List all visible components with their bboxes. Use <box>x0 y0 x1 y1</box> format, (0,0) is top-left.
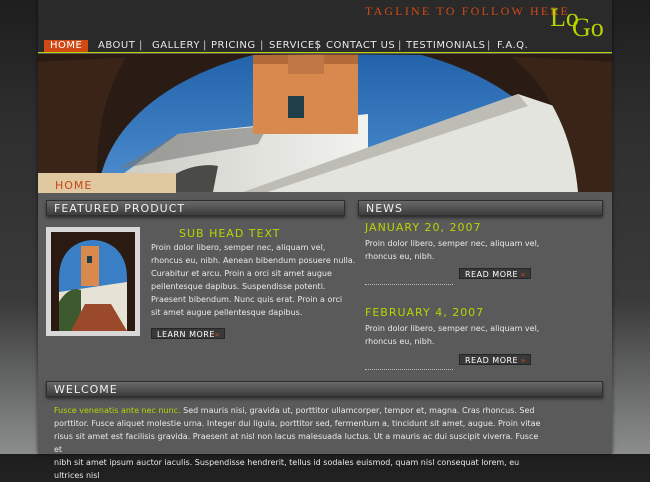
featured-product-thumbnail[interactable] <box>46 227 140 336</box>
featured-line: Praesent bibendum. Nunc quis erat. Proin… <box>151 295 343 304</box>
hero-image <box>38 54 612 192</box>
page-container: TAGLINE TO FOLLOW HERE Lo Go HOME ABOUT … <box>38 0 612 480</box>
logo-part-2: Go <box>572 13 604 42</box>
news-date: JANUARY 20, 2007 <box>365 221 482 234</box>
nav-item-about[interactable]: ABOUT <box>98 40 135 52</box>
learn-more-label: LEARN MORE <box>157 330 215 339</box>
news-line: rhoncus eu, nibh. <box>365 252 435 261</box>
news-summary: Proin dolor libero, semper nec, aliquam … <box>365 322 539 348</box>
featured-subhead: SUB HEAD TEXT <box>179 227 281 240</box>
featured-line: Proin dolor libero, semper nec, aliquam … <box>151 243 326 252</box>
read-more-label: READ MORE <box>465 356 519 365</box>
nav-item-home[interactable]: HOME <box>44 40 89 52</box>
featured-product-image <box>51 232 135 331</box>
arrow-right-icon: » <box>520 270 526 279</box>
nav-separator: | <box>139 40 143 51</box>
arrow-right-icon: » <box>520 356 526 365</box>
nav-item-pricing[interactable]: PRICING <box>211 40 256 52</box>
news-summary: Proin dolor libero, semper nec, aliquam … <box>365 237 539 263</box>
hero-photo <box>38 54 612 192</box>
welcome-line: nibh sit amet ipsum auctor iaculis. Susp… <box>54 458 520 480</box>
featured-line: sit amet augue pellentesque dapibus. <box>151 308 303 317</box>
welcome-line: risus sit amet est facilisis gravida. Pr… <box>54 432 539 454</box>
welcome-text: Fusce venenatis ante nec nunc. Sed mauri… <box>54 404 544 482</box>
news-line: Proin dolor libero, semper nec, aliquam … <box>365 239 540 248</box>
read-more-label: READ MORE <box>465 270 519 279</box>
nav-separator: | <box>203 40 207 51</box>
welcome-line: Fusce venenatis ante nec nunc. Sed mauri… <box>54 404 544 417</box>
nav-item-testimonials[interactable]: TESTIMONIALS <box>406 40 486 52</box>
nav-separator: | <box>398 40 402 51</box>
read-more-button[interactable]: READ MORE » <box>459 268 531 279</box>
featured-line: Curabitur et arcu. Proin a orci sit amet… <box>151 269 332 278</box>
news-date: FEBRUARY 4, 2007 <box>365 306 485 319</box>
nav-separator: | <box>316 40 320 51</box>
news-divider <box>365 284 453 285</box>
news-header: NEWS <box>358 200 603 216</box>
nav-item-contact-us[interactable]: CONTACT US <box>326 40 395 52</box>
arrow-right-icon: » <box>214 330 220 339</box>
read-more-button[interactable]: READ MORE » <box>459 354 531 365</box>
nav-item-services[interactable]: SERVICES <box>269 40 322 52</box>
logo[interactable]: Lo Go <box>550 3 604 42</box>
hero-home-tab[interactable]: HOME <box>38 173 176 193</box>
nav-item-gallery[interactable]: GALLERY <box>152 40 200 52</box>
tagline: TAGLINE TO FOLLOW HERE <box>365 4 571 18</box>
main-nav: HOME ABOUT | GALLERY | PRICING | SERVICE… <box>38 40 612 53</box>
courtyard-photo <box>51 232 135 331</box>
welcome-header: WELCOME <box>46 381 603 397</box>
featured-product-header: FEATURED PRODUCT <box>46 200 345 216</box>
welcome-highlight: Fusce venenatis ante nec nunc. <box>54 406 181 415</box>
featured-description: Proin dolor libero, semper nec, aliquam … <box>151 241 355 319</box>
nav-separator: | <box>260 40 264 51</box>
welcome-line: porttitor. Fusce aliquet molestie urna. … <box>54 419 541 428</box>
learn-more-button[interactable]: LEARN MORE » <box>151 328 225 339</box>
featured-line: pellentesque dapibus. Suspendisse potent… <box>151 282 326 291</box>
news-line: rhoncus eu, nibh. <box>365 337 435 346</box>
header-bar: TAGLINE TO FOLLOW HERE Lo Go <box>38 0 612 42</box>
nav-separator: | <box>487 40 491 51</box>
nav-item-faq[interactable]: F.A.Q. <box>497 40 528 52</box>
welcome-line-1-rest: Sed mauris nisi, gravida ut, porttitor u… <box>180 406 535 415</box>
news-line: Proin dolor libero, semper nec, aliquam … <box>365 324 540 333</box>
news-divider <box>365 369 453 370</box>
featured-line: rhoncus eu, nibh. Aenean bibendum posuer… <box>151 256 356 265</box>
